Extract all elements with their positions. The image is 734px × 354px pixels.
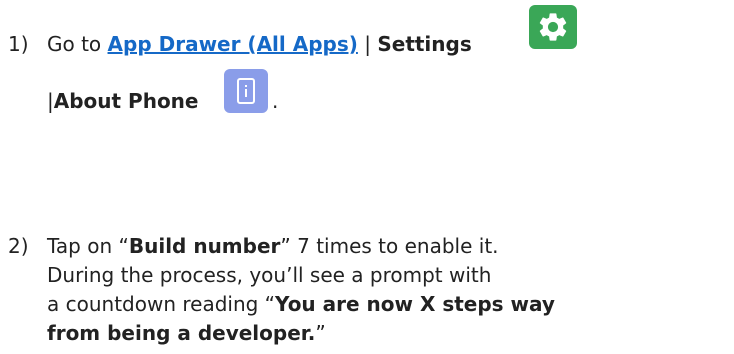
- separator: |: [357, 32, 378, 56]
- step-2-line-1: 2) Tap on “Build number” 7 times to enabl…: [8, 234, 499, 258]
- app-drawer-link[interactable]: App Drawer (All Apps): [108, 32, 358, 56]
- developer-prompt-part-1: You are now X steps way: [275, 292, 555, 316]
- developer-prompt-part-2: from being a developer.: [47, 321, 316, 345]
- separator: |: [47, 89, 54, 113]
- about-phone-label: About Phone: [53, 89, 199, 113]
- step-1-prefix: Go to: [47, 32, 108, 56]
- step-1-trailing-period: .: [272, 89, 279, 113]
- step-2-text-after: ” 7 times to enable it.: [280, 234, 499, 258]
- step-1-line-2: |About Phone: [47, 89, 199, 113]
- step-2-text-before: Tap on “: [47, 234, 129, 258]
- step-2-line-3: a countdown reading “You are now X steps…: [8, 290, 555, 319]
- closing-quote: ”: [315, 321, 326, 345]
- build-number-label: Build number: [128, 234, 281, 258]
- phone-info-icon: [224, 69, 268, 113]
- step-2-number: 2): [8, 234, 29, 258]
- settings-label: Settings: [377, 32, 472, 56]
- step-1-line-1: 1) Go to App Drawer (All Apps) | Settings: [8, 32, 472, 56]
- step-2-block: 2) Tap on “Build number” 7 times to enabl…: [8, 232, 555, 348]
- gear-icon: [529, 5, 577, 49]
- step-2-line-4: from being a developer.”: [8, 319, 555, 348]
- step-2-line-2: During the process, you’ll see a prompt …: [47, 263, 492, 287]
- step-1-number: 1): [8, 32, 29, 56]
- step-2-line-3-prefix: a countdown reading “: [47, 292, 276, 316]
